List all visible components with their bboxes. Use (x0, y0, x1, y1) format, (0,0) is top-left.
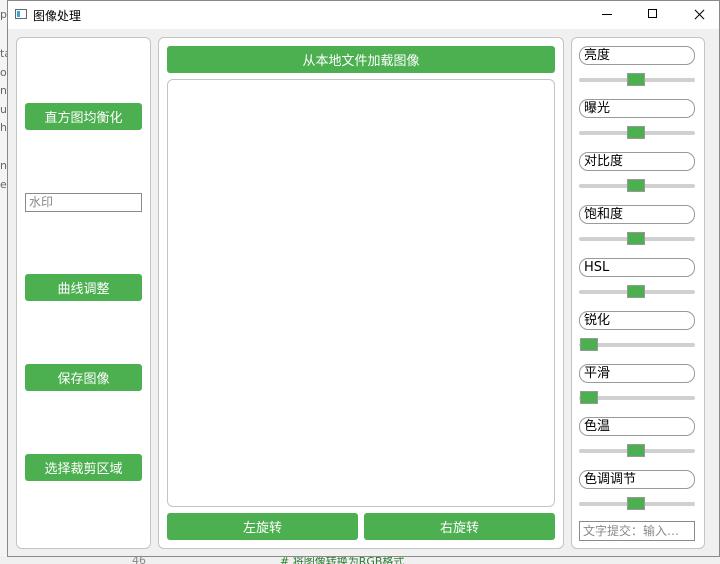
adjustment-label: 亮度 (579, 46, 695, 65)
image-display-area[interactable] (167, 79, 555, 507)
rotate-left-button[interactable]: 左旋转 (167, 513, 358, 540)
minimize-icon (602, 14, 612, 15)
text-submit-input[interactable]: 文字提交：输入… (579, 521, 695, 541)
adjustment-slider-handle[interactable] (580, 391, 598, 404)
adjustment-label: 曝光 (579, 99, 695, 118)
maximize-icon (648, 9, 657, 18)
background-line-number: 46 (132, 556, 146, 564)
title-bar: 图像处理 (8, 1, 719, 29)
adjustment-slider-handle[interactable] (627, 444, 645, 457)
background-char: p (0, 8, 7, 21)
load-image-button[interactable]: 从本地文件加载图像 (167, 46, 555, 73)
adjustment-slider-handle[interactable] (627, 232, 645, 245)
adjustment-label: 平滑 (579, 364, 695, 383)
adjustment-label: 对比度 (579, 152, 695, 171)
adjustment-slider-handle[interactable] (627, 73, 645, 86)
adjustment-slider-handle[interactable] (627, 497, 645, 510)
select-crop-area-button[interactable]: 选择裁剪区域 (25, 454, 142, 481)
adjustment-slider-handle[interactable] (580, 338, 598, 351)
background-code-comment: # 将图像转换为RGB格式 (280, 556, 405, 564)
minimize-button[interactable] (587, 1, 627, 29)
background-editor-bottom: 46 # 将图像转换为RGB格式 (0, 556, 720, 564)
adjustment-slider-handle[interactable] (627, 126, 645, 139)
app-icon (15, 9, 27, 19)
app-window: 图像处理 直方图均衡化 水印 曲线调整 保存图像 选择裁剪区域 从本地文件加载图… (7, 0, 720, 557)
adjustment-label: 饱和度 (579, 205, 695, 224)
background-char: o (0, 66, 7, 79)
maximize-button[interactable] (633, 1, 673, 29)
window-title: 图像处理 (33, 9, 82, 23)
adjustment-slider-handle[interactable] (627, 285, 645, 298)
adjustment-label: HSL (579, 258, 695, 277)
curve-adjust-button[interactable]: 曲线调整 (25, 274, 142, 301)
watermark-input[interactable]: 水印 (25, 193, 142, 212)
adjustment-label: 色调调节 (579, 470, 695, 489)
close-button[interactable] (679, 1, 719, 29)
adjustment-label: 锐化 (579, 311, 695, 330)
rotate-right-button[interactable]: 右旋转 (364, 513, 555, 540)
save-image-button[interactable]: 保存图像 (25, 364, 142, 391)
histogram-equalization-button[interactable]: 直方图均衡化 (25, 103, 142, 130)
adjustment-slider-handle[interactable] (627, 179, 645, 192)
adjustment-label: 色温 (579, 417, 695, 436)
